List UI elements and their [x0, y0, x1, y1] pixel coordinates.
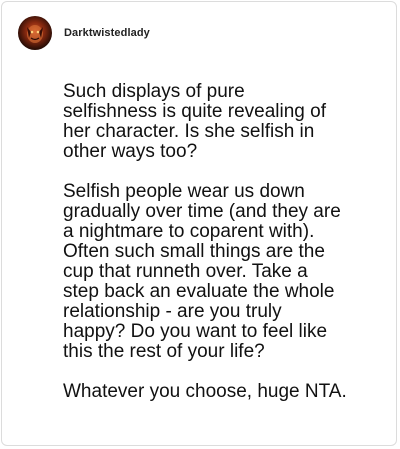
comment-card: Darktwistedlady Such displays of pure se…: [1, 1, 397, 446]
comment-body: Such displays of pure selfishness is qui…: [63, 82, 388, 422]
avatar-image-icon: [27, 25, 43, 43]
comment-paragraph-2: Selfish people wear us down gradually ov…: [63, 181, 341, 362]
comment-header: Darktwistedlady: [18, 16, 150, 50]
avatar[interactable]: [18, 16, 52, 50]
username[interactable]: Darktwistedlady: [64, 27, 150, 39]
comment-paragraph-3: Whatever you choose, huge NTA.: [63, 381, 347, 402]
comment-paragraph-1: Such displays of pure selfishness is qui…: [63, 81, 326, 162]
